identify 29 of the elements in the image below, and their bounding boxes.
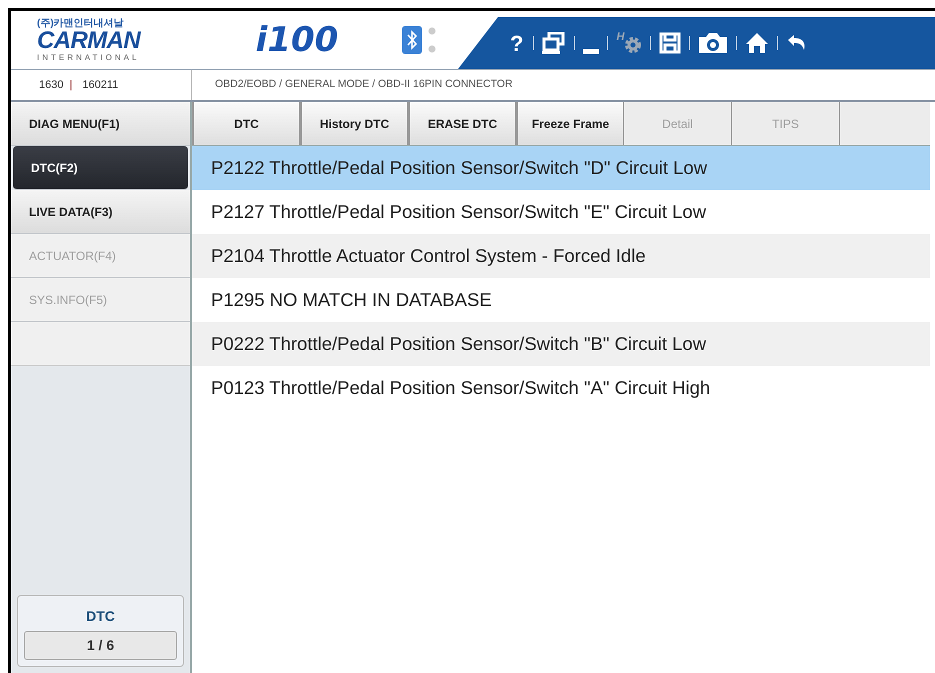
home-icon[interactable] <box>745 32 770 54</box>
sidebar-menu-item[interactable]: DTC(F2) <box>13 146 188 190</box>
device-code: 1630 <box>39 78 64 93</box>
product-logo: i100 <box>256 18 338 62</box>
dtc-row[interactable]: P0222 Throttle/Pedal Position Sensor/Switch "B" Circuit Low <box>192 322 930 366</box>
status-lights-icon <box>428 27 436 53</box>
date-text: 160211 <box>82 78 118 93</box>
dtc-row[interactable]: P2104 Throttle Actuator Control System - Forced Idle <box>192 234 930 278</box>
bluetooth-icon <box>402 26 422 54</box>
separator-text: | <box>69 78 72 93</box>
sidebar-menu-item[interactable]: LIVE DATA(F3) <box>11 190 190 234</box>
gear-icon <box>624 36 642 54</box>
dtc-row[interactable]: P2122 Throttle/Pedal Position Sensor/Switch "D" Circuit Low <box>192 146 930 190</box>
breadcrumb-path: OBD2/EOBD / GENERAL MODE / OBD-II 16PIN CONNECTOR <box>214 77 513 92</box>
counter-value: 1 / 6 <box>24 631 177 660</box>
tab[interactable]: History DTC <box>300 102 408 145</box>
tab[interactable]: Freeze Frame <box>516 102 624 145</box>
counter-title: DTC <box>86 607 115 626</box>
help-button[interactable]: ? <box>508 26 526 60</box>
windows-icon[interactable] <box>542 32 566 54</box>
save-icon[interactable] <box>659 32 682 54</box>
tab[interactable]: ERASE DTC <box>408 102 516 145</box>
logo-wordmark: CARMAN <box>37 28 140 52</box>
tab[interactable]: DTC <box>192 102 300 145</box>
camera-icon[interactable] <box>698 32 728 54</box>
logo-korean-text: (주)카맨인터내셔날 <box>37 18 124 28</box>
logo-subtitle: INTERNATIONAL <box>37 52 140 62</box>
back-arrow-icon[interactable] <box>786 34 806 52</box>
sidebar-menu-item[interactable]: DIAG MENU(F1) <box>11 102 190 146</box>
